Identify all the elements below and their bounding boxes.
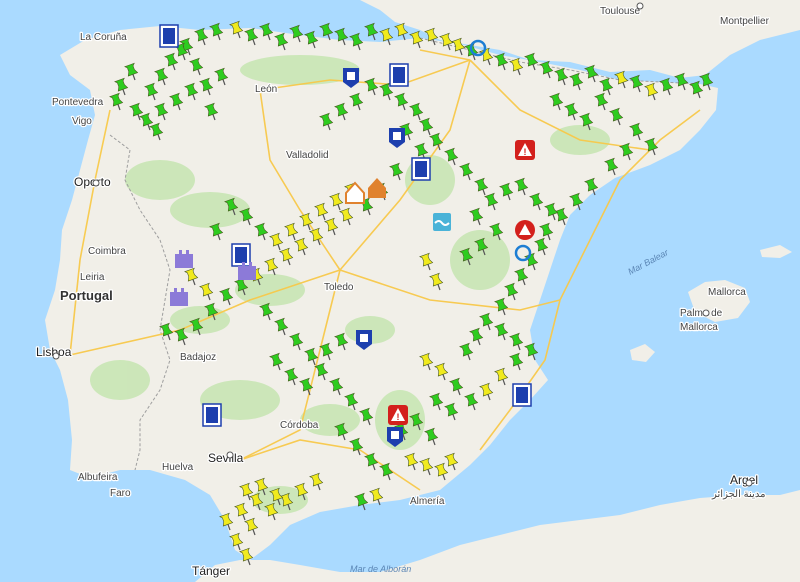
city-label-toulouse: Toulouse <box>600 6 640 17</box>
city-label-faro: Faro <box>110 488 131 499</box>
city-label-montpellier: Montpellier <box>720 16 770 27</box>
city-label-tanger: Tánger <box>192 564 230 578</box>
warning-marker[interactable]: ! <box>515 140 535 160</box>
blue-info-marker[interactable] <box>159 24 179 48</box>
city-label-badajoz: Badajoz <box>180 352 216 363</box>
city-label-la-coruna: La Coruña <box>80 32 127 43</box>
city-label-vigo: Vigo <box>72 116 92 127</box>
svg-text:!: ! <box>524 147 527 157</box>
svg-text:!: ! <box>397 412 400 422</box>
sea-label-alboran: Mar de Alborán <box>350 564 411 574</box>
city-label-oporto: Oporto <box>74 175 111 189</box>
city-label-valladolid: Valladolid <box>286 150 329 161</box>
warning-marker[interactable]: ! <box>388 405 408 425</box>
city-label-albufeira: Albufeira <box>78 472 118 483</box>
city-label-palma: Palma de <box>680 308 723 319</box>
blue-info-marker[interactable] <box>202 403 222 427</box>
blue-info-marker[interactable] <box>411 157 431 181</box>
city-label-palma-2: Mallorca <box>680 322 718 333</box>
city-label-cordoba: Córdoba <box>280 420 319 431</box>
city-label-huelva: Huelva <box>162 462 194 473</box>
water-marker[interactable] <box>433 213 451 231</box>
blue-info-marker[interactable] <box>512 383 532 407</box>
city-label-leon: León <box>255 84 277 95</box>
country-label-portugal: Portugal <box>60 288 113 303</box>
city-label-leiria: Leiria <box>80 272 105 283</box>
blue-info-marker[interactable] <box>389 63 409 87</box>
city-label-almeria: Almería <box>410 496 445 507</box>
city-label-argel-ar: مدينة الجزائر <box>711 489 765 500</box>
city-label-toledo: Toledo <box>324 282 354 293</box>
city-label-argel: Argel <box>730 473 758 487</box>
map-canvas[interactable]: La Coruña Pontevedra Vigo Oporto Coimbra… <box>0 0 800 582</box>
city-label-mallorca-island: Mallorca <box>708 287 746 298</box>
city-label-coimbra: Coimbra <box>88 246 126 257</box>
warning-marker[interactable] <box>515 220 535 240</box>
blue-info-marker[interactable] <box>231 243 251 267</box>
city-label-sevilla: Sevilla <box>208 451 244 465</box>
city-label-pontevedra: Pontevedra <box>52 97 104 108</box>
